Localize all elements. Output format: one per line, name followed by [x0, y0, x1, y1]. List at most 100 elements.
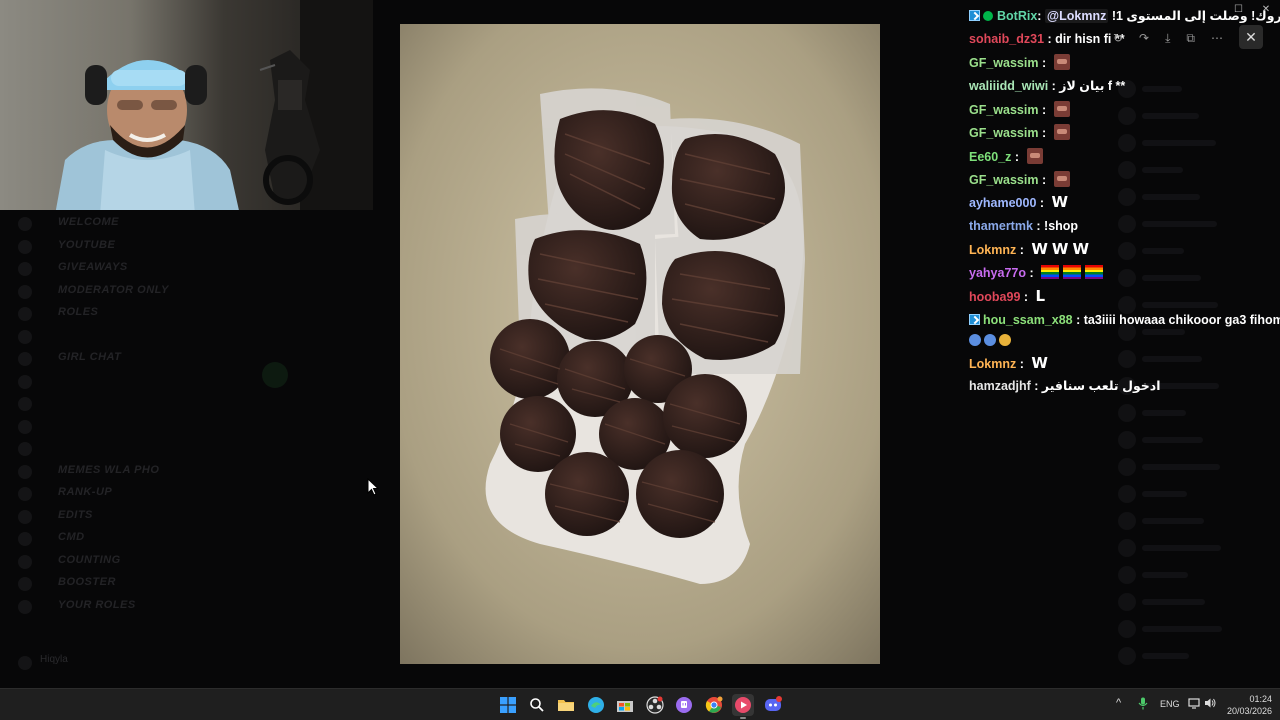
chat-username: ayhame000	[969, 196, 1037, 210]
background-server-icon	[18, 419, 32, 434]
background-server-icon	[18, 352, 32, 366]
background-member-avatar	[1118, 566, 1136, 584]
chat-username: BotRix	[997, 9, 1038, 23]
background-server-icon	[18, 397, 32, 411]
verified-badge-icon	[983, 11, 993, 21]
chat-username: hooba99	[969, 290, 1021, 304]
background-server-icon	[18, 329, 32, 344]
w-emote-icon: W	[1051, 240, 1069, 258]
chat-message: waliiidd_wiwi : بيان لاز f **	[969, 79, 1126, 93]
background-member-avatar	[1118, 215, 1136, 233]
chrome-icon[interactable]	[703, 694, 725, 716]
chat-username: hamzadjhf	[969, 379, 1031, 393]
store-icon[interactable]	[614, 694, 636, 716]
background-member-name	[1142, 437, 1203, 443]
w-emote-icon: W	[1051, 193, 1069, 211]
chat-message: ayhame000 : W	[969, 193, 1069, 211]
background-member-avatar	[1118, 458, 1136, 476]
search-icon[interactable]	[526, 694, 548, 716]
background-member-avatar	[1118, 350, 1136, 368]
chat-message: sohaib_dz31 : dir hisn fi **	[969, 32, 1125, 46]
background-server-icon	[18, 239, 32, 254]
chat-text: ادخول تلعب سنافير	[1041, 379, 1161, 393]
background-member-name	[1142, 545, 1221, 551]
chat-message: yahya77o :	[969, 265, 1104, 281]
motorcycle	[259, 50, 320, 205]
share-icon[interactable]: ↷	[1139, 31, 1149, 45]
rainbow-flag-icon	[1085, 265, 1104, 279]
clock-date: 20/03/2026	[1226, 706, 1272, 716]
rainbow-flag-icon	[1041, 265, 1060, 279]
background-member-list	[1100, 60, 1280, 680]
background-member-avatar	[1118, 620, 1136, 638]
chat-username: GF_wassim	[969, 173, 1039, 187]
obs-icon[interactable]	[644, 694, 666, 716]
tray-chevron-up-icon[interactable]: ^	[1116, 697, 1121, 709]
window-close-button[interactable]: ✕	[1262, 4, 1270, 15]
background-server-icon	[18, 577, 32, 591]
chat-username: Lokmnz	[969, 357, 1017, 371]
background-server-icon	[18, 509, 32, 524]
viewer-close-button[interactable]: ✕	[1239, 25, 1263, 49]
chat-message: hooba99 : L	[969, 287, 1046, 305]
windows-start-icon[interactable]	[497, 694, 519, 716]
rainbow-flag-icon	[1063, 265, 1082, 279]
discord-icon[interactable]	[762, 694, 784, 716]
twitch-app-icon[interactable]	[673, 694, 695, 716]
background-member-name	[1142, 275, 1201, 281]
chat-text: بيان لاز f **	[1059, 79, 1126, 93]
background-member-name	[1142, 599, 1205, 605]
edge-icon[interactable]	[585, 694, 607, 716]
background-member-name	[1142, 491, 1187, 497]
streamer	[55, 60, 239, 210]
chat-text: ta3iiii howaaa chikooor ga3 fihom	[1083, 313, 1280, 327]
background-member-avatar	[1118, 593, 1136, 611]
chat-message: GF_wassim :	[969, 101, 1070, 118]
background-member-name	[1142, 653, 1189, 659]
background-member-name	[1142, 248, 1184, 254]
background-member-name	[1142, 194, 1200, 200]
open-external-icon[interactable]: ⧉	[1186, 31, 1195, 46]
background-member-avatar	[1118, 647, 1136, 665]
download-icon[interactable]: ⤓	[1165, 31, 1170, 46]
webcam-overlay	[0, 0, 373, 210]
background-member-name	[1142, 140, 1216, 146]
chat-message: hamzadjhf : ادخول تلعب سنافير	[969, 379, 1161, 393]
media-player-icon[interactable]	[732, 694, 754, 719]
volume-icon[interactable]	[1204, 697, 1216, 712]
background-member-avatar	[1118, 269, 1136, 287]
chat-mention: @Lokmnz	[1044, 9, 1109, 23]
background-user-bar: Hiqyla	[0, 648, 250, 680]
rotate-icon[interactable]: ↻	[1113, 31, 1123, 45]
chat-username: waliiidd_wiwi	[969, 79, 1049, 93]
clock-time: 01:24	[1249, 694, 1272, 704]
background-channel-item: BOOSTER	[58, 576, 116, 588]
system-clock[interactable]: 01:24 20/03/2026	[1226, 693, 1272, 717]
background-member-avatar	[1118, 539, 1136, 557]
background-member-name	[1142, 86, 1182, 92]
chat-message: GF_wassim :	[969, 171, 1070, 188]
network-icon[interactable]	[1188, 697, 1200, 712]
chat-text: !shop	[1044, 219, 1079, 233]
background-member-name	[1142, 356, 1202, 362]
chat-message: GF_wassim :	[969, 54, 1070, 71]
chat-message: Lokmnz : WWW	[969, 240, 1089, 258]
background-channel-item: GIVEAWAYS	[58, 261, 128, 273]
background-member-avatar	[1118, 107, 1136, 125]
chat-username: GF_wassim	[969, 103, 1039, 117]
background-member-name	[1142, 626, 1222, 632]
background-channel-item: CMD	[58, 531, 85, 543]
background-member-name	[1142, 410, 1186, 416]
face-emote-icon	[1026, 148, 1043, 164]
language-indicator[interactable]: ENG	[1160, 699, 1180, 709]
smile-emote-icon	[999, 334, 1011, 346]
chat-username: hou_ssam_x88	[983, 313, 1073, 327]
file-explorer-icon[interactable]	[555, 694, 577, 716]
restore-button[interactable]: ☐	[1234, 4, 1243, 15]
background-member-avatar	[1118, 134, 1136, 152]
microphone-icon[interactable]	[1138, 697, 1148, 713]
chat-message: thamertmk : !shop	[969, 219, 1079, 233]
more-icon[interactable]: ⋯	[1211, 31, 1223, 45]
background-member-avatar	[1118, 431, 1136, 449]
background-channel-item: WELCOME	[58, 216, 119, 228]
